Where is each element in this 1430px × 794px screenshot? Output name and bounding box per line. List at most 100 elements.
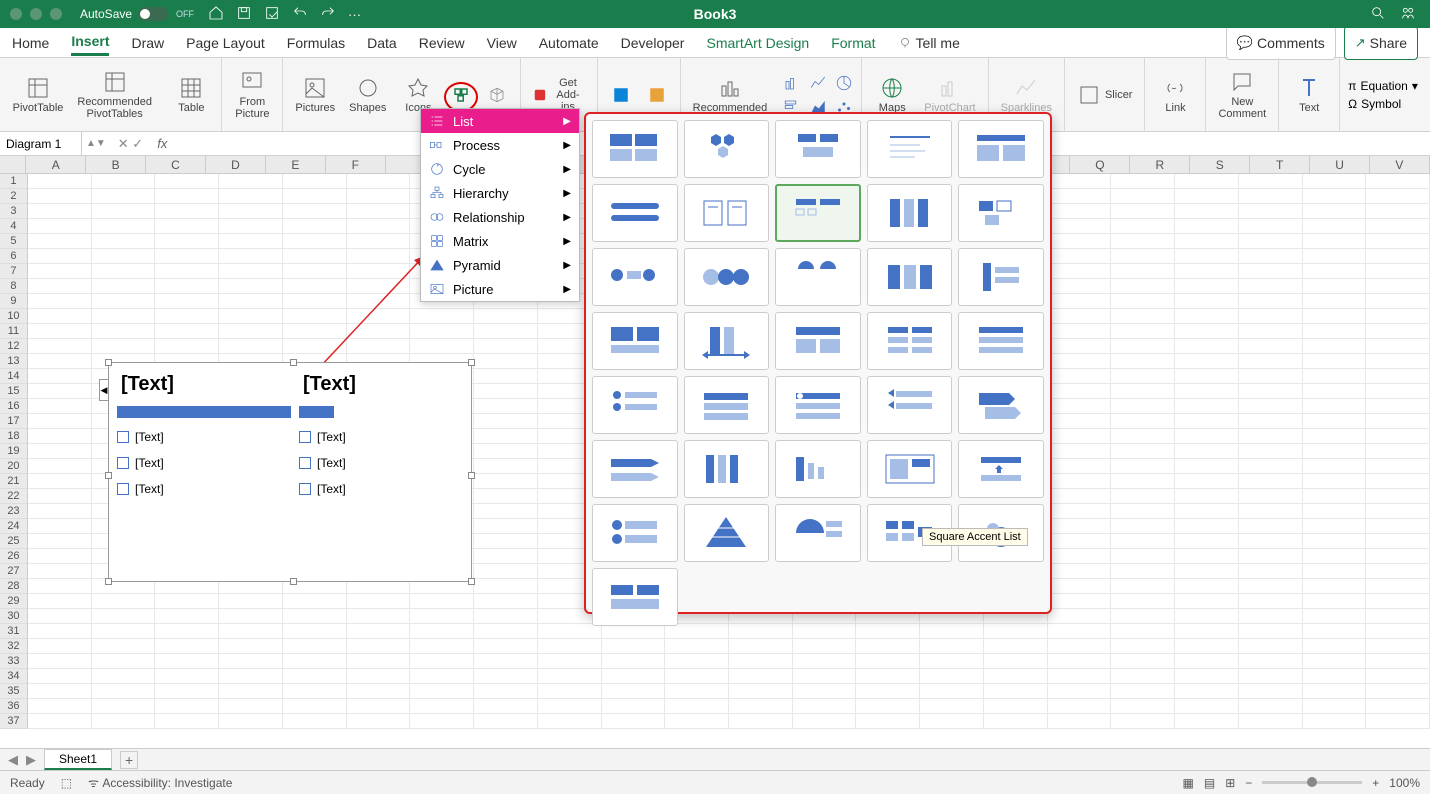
- cell[interactable]: [1048, 684, 1112, 699]
- cell[interactable]: [602, 639, 666, 654]
- cell[interactable]: [1175, 414, 1239, 429]
- symbol-button[interactable]: Ω Symbol: [1348, 97, 1418, 111]
- cell[interactable]: [283, 609, 347, 624]
- cell[interactable]: [219, 204, 283, 219]
- cell[interactable]: [538, 624, 602, 639]
- add-sheet-button[interactable]: +: [120, 751, 138, 769]
- cell[interactable]: [155, 249, 219, 264]
- account-icon[interactable]: [1400, 5, 1416, 24]
- menu-picture[interactable]: Picture▶: [421, 277, 579, 301]
- cell[interactable]: [1303, 204, 1367, 219]
- cell[interactable]: [1175, 294, 1239, 309]
- row-header[interactable]: 18: [0, 429, 28, 444]
- cell[interactable]: [1366, 369, 1430, 384]
- cell[interactable]: [602, 654, 666, 669]
- cell[interactable]: [1303, 219, 1367, 234]
- row-header[interactable]: 2: [0, 189, 28, 204]
- cell[interactable]: [1239, 609, 1303, 624]
- cell[interactable]: [1175, 249, 1239, 264]
- cell[interactable]: [1111, 489, 1175, 504]
- gallery-item[interactable]: [958, 120, 1044, 178]
- cell[interactable]: [28, 204, 92, 219]
- cell[interactable]: [28, 264, 92, 279]
- cell[interactable]: [1175, 279, 1239, 294]
- diagram-item[interactable]: [Text]: [135, 456, 164, 470]
- menu-pyramid[interactable]: Pyramid▶: [421, 253, 579, 277]
- cell[interactable]: [1175, 189, 1239, 204]
- cell[interactable]: [665, 714, 729, 729]
- smartart-button[interactable]: [446, 84, 476, 106]
- cell[interactable]: [474, 504, 538, 519]
- cell[interactable]: [793, 639, 857, 654]
- col-header[interactable]: R: [1130, 156, 1190, 173]
- cell[interactable]: [28, 639, 92, 654]
- cell[interactable]: [1366, 189, 1430, 204]
- cell[interactable]: [1048, 279, 1112, 294]
- tab-smartart-design[interactable]: SmartArt Design: [706, 31, 809, 55]
- cell[interactable]: [1239, 639, 1303, 654]
- row-header[interactable]: 3: [0, 204, 28, 219]
- zoom-level[interactable]: 100%: [1389, 776, 1420, 790]
- save-icon[interactable]: [236, 5, 252, 24]
- cell[interactable]: [283, 669, 347, 684]
- col-header[interactable]: V: [1370, 156, 1430, 173]
- cell[interactable]: [1111, 474, 1175, 489]
- row-header[interactable]: 20: [0, 459, 28, 474]
- cell[interactable]: [219, 714, 283, 729]
- cell[interactable]: [28, 459, 92, 474]
- cell[interactable]: [1048, 504, 1112, 519]
- pivottable-button[interactable]: PivotTable: [16, 74, 60, 116]
- cell[interactable]: [1048, 369, 1112, 384]
- row-header[interactable]: 8: [0, 279, 28, 294]
- cell[interactable]: [155, 294, 219, 309]
- gallery-item[interactable]: [867, 376, 953, 434]
- diagram-item[interactable]: [Text]: [135, 430, 164, 444]
- cell[interactable]: [92, 324, 156, 339]
- cell[interactable]: [474, 549, 538, 564]
- cell[interactable]: [1303, 609, 1367, 624]
- redo-icon[interactable]: [320, 5, 336, 24]
- cell[interactable]: [92, 624, 156, 639]
- cell[interactable]: [1366, 444, 1430, 459]
- cell[interactable]: [28, 249, 92, 264]
- pictures-button[interactable]: Pictures: [291, 74, 339, 116]
- cell[interactable]: [410, 714, 474, 729]
- zoom-slider[interactable]: [1262, 781, 1362, 784]
- cell[interactable]: [283, 234, 347, 249]
- cell[interactable]: [155, 684, 219, 699]
- cell[interactable]: [729, 654, 793, 669]
- bing-button[interactable]: [606, 84, 636, 106]
- cell[interactable]: [1366, 654, 1430, 669]
- row-header[interactable]: 13: [0, 354, 28, 369]
- cell[interactable]: [1303, 654, 1367, 669]
- cell[interactable]: [1175, 459, 1239, 474]
- cell[interactable]: [1303, 294, 1367, 309]
- cell[interactable]: [1111, 654, 1175, 669]
- cell[interactable]: [155, 699, 219, 714]
- cell[interactable]: [920, 624, 984, 639]
- cell[interactable]: [1303, 249, 1367, 264]
- cell[interactable]: [1175, 609, 1239, 624]
- cell[interactable]: [1175, 204, 1239, 219]
- cell[interactable]: [1366, 639, 1430, 654]
- undo-icon[interactable]: [292, 5, 308, 24]
- cell[interactable]: [283, 714, 347, 729]
- row-header[interactable]: 36: [0, 699, 28, 714]
- cell[interactable]: [1366, 699, 1430, 714]
- cell[interactable]: [1111, 534, 1175, 549]
- cell[interactable]: [1239, 444, 1303, 459]
- cell[interactable]: [155, 324, 219, 339]
- cell[interactable]: [1111, 264, 1175, 279]
- cell[interactable]: [1239, 279, 1303, 294]
- cell[interactable]: [1175, 429, 1239, 444]
- row-header[interactable]: 28: [0, 579, 28, 594]
- cell[interactable]: [92, 669, 156, 684]
- cell[interactable]: [1111, 504, 1175, 519]
- col-header[interactable]: T: [1250, 156, 1310, 173]
- col-header[interactable]: F: [326, 156, 386, 173]
- menu-hierarchy[interactable]: Hierarchy▶: [421, 181, 579, 205]
- col-header[interactable]: D: [206, 156, 266, 173]
- cell[interactable]: [474, 414, 538, 429]
- cell[interactable]: [1303, 534, 1367, 549]
- cell[interactable]: [538, 714, 602, 729]
